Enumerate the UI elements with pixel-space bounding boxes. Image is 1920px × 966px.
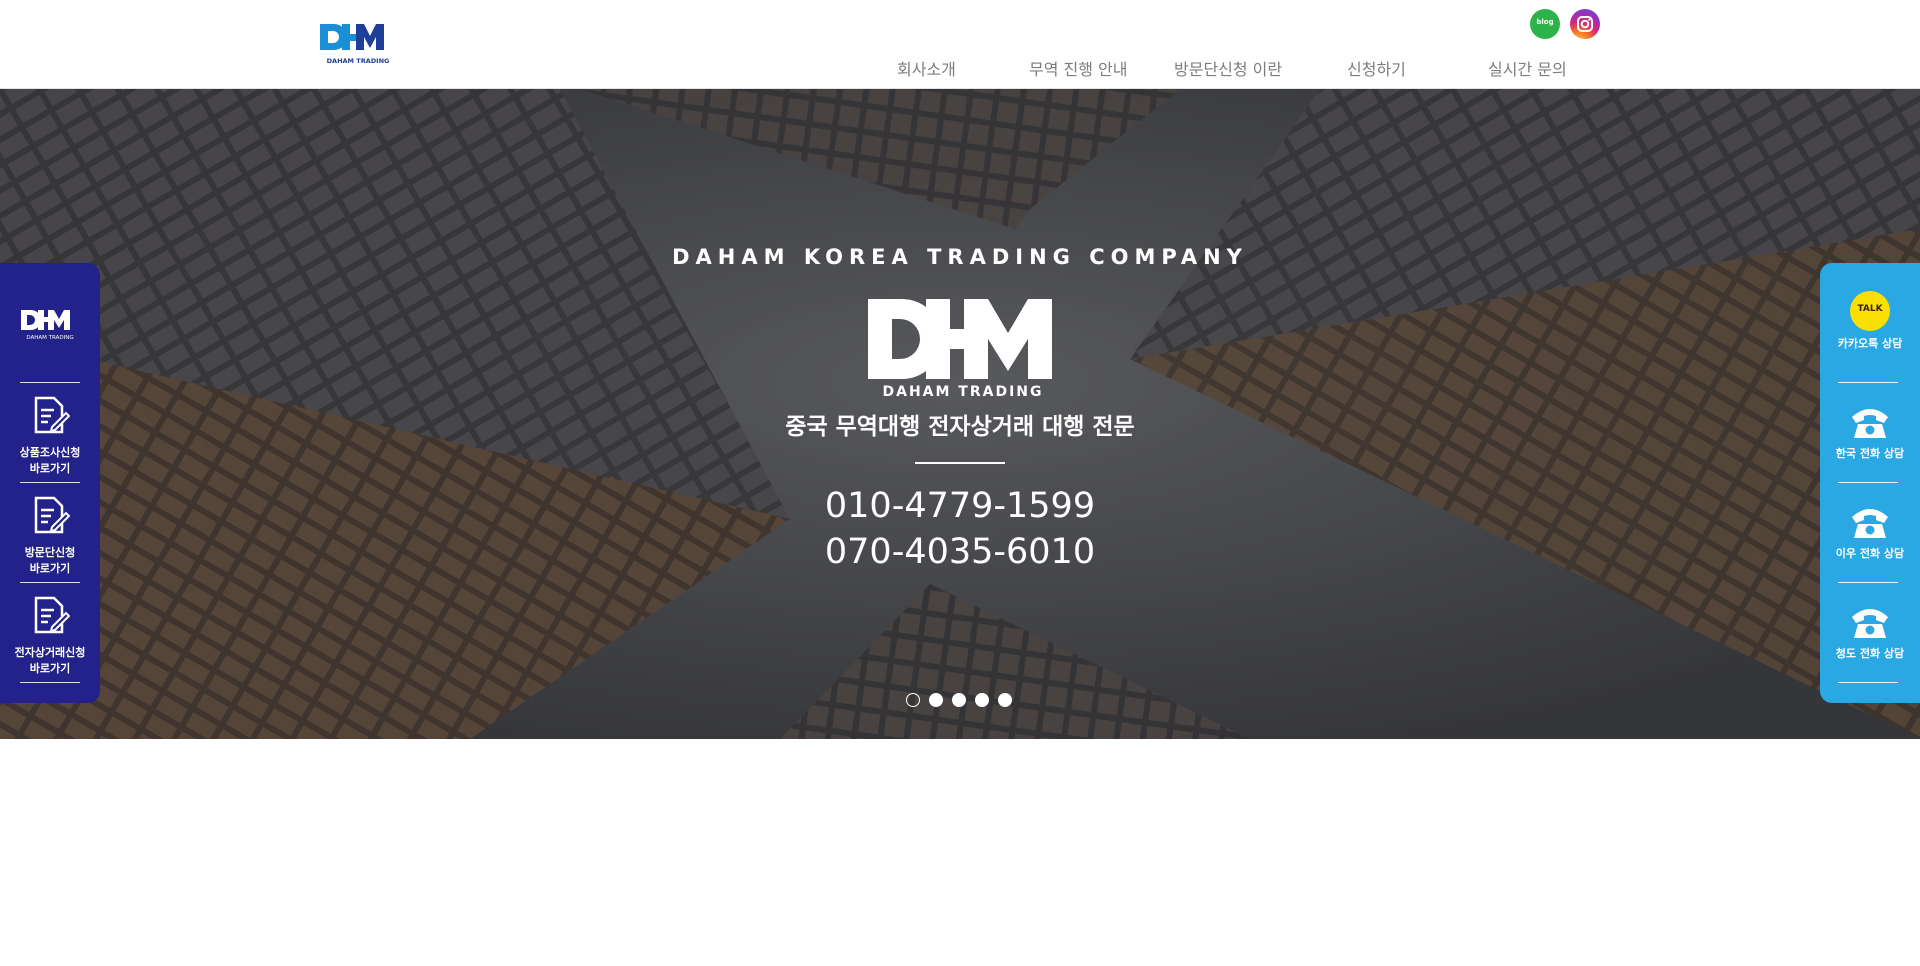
hero-eyebrow: DAHAM KOREA TRADING COMPANY bbox=[672, 245, 1248, 269]
left-menu-divider bbox=[20, 682, 80, 683]
slider-dot-4[interactable] bbox=[975, 693, 989, 707]
left-menu-logo[interactable]: DAHAM TRADING bbox=[20, 307, 80, 347]
phone-icon bbox=[1852, 509, 1888, 538]
hero-phone-2[interactable]: 070-4035-6010 bbox=[0, 532, 1920, 572]
left-menu-item-product-research[interactable]: 상품조사신청 바로가기 bbox=[0, 391, 100, 483]
left-menu-item-label: 방문단신청 bbox=[24, 546, 76, 559]
right-menu-item-yiwu-phone[interactable]: 이우 전화 상담 bbox=[1820, 483, 1920, 581]
left-menu-divider bbox=[20, 382, 80, 383]
left-menu-item-sub: 바로가기 bbox=[29, 462, 71, 475]
document-pen-icon bbox=[34, 596, 70, 634]
kakaotalk-icon-text: TALK bbox=[1857, 304, 1883, 314]
hero-phone-1[interactable]: 010-4779-1599 bbox=[0, 486, 1920, 526]
nav-item-visit-group[interactable]: 방문단신청 이란 bbox=[1174, 56, 1282, 80]
nav-item-live-inquiry[interactable]: 실시간 문의 bbox=[1488, 56, 1567, 80]
hero-tagline: 중국 무역대행 전자상거래 대행 전문 bbox=[785, 414, 1135, 440]
left-menu-logo-sub: DAHAM TRADING bbox=[26, 335, 73, 341]
kakaotalk-icon: TALK bbox=[1850, 291, 1890, 331]
hero-divider bbox=[915, 462, 1005, 464]
left-menu-item-label: 상품조사신청 bbox=[19, 446, 81, 459]
site-header: DAHAM TRADING blog 회사소개 무역 진행 안내 방문단신청 이… bbox=[0, 0, 1920, 89]
left-menu-item-sub: 바로가기 bbox=[29, 662, 71, 675]
right-menu-item-label: 한국 전화 상담 bbox=[1835, 447, 1905, 460]
nav-item-trade-guide[interactable]: 무역 진행 안내 bbox=[1029, 56, 1128, 80]
slider-dot-5[interactable] bbox=[998, 693, 1012, 707]
right-menu-item-kakaotalk[interactable]: TALK 카카오톡 상담 bbox=[1820, 263, 1920, 381]
header-logo[interactable]: DAHAM TRADING bbox=[318, 20, 398, 68]
left-menu-divider bbox=[20, 482, 80, 483]
phone-icon bbox=[1852, 409, 1888, 438]
phone-icon bbox=[1852, 609, 1888, 638]
document-pen-icon bbox=[34, 496, 70, 534]
nav-item-apply[interactable]: 신청하기 bbox=[1347, 56, 1406, 80]
header-logo-sub: DAHAM TRADING bbox=[327, 57, 390, 65]
left-menu-item-sub: 바로가기 bbox=[29, 562, 71, 575]
document-pen-icon bbox=[34, 396, 70, 434]
right-menu-item-korea-phone[interactable]: 한국 전화 상담 bbox=[1820, 383, 1920, 481]
hero-slider: DAHAM KOREA TRADING COMPANY DAHAM TRADIN… bbox=[0, 89, 1920, 739]
blog-icon[interactable]: blog bbox=[1530, 9, 1560, 39]
slider-dot-3[interactable] bbox=[952, 693, 966, 707]
left-menu-divider bbox=[20, 582, 80, 583]
slider-dot-1[interactable] bbox=[906, 693, 920, 707]
right-consult-menu: TALK 카카오톡 상담 한국 전화 상담 이우 전화 상담 청도 전화 상담 bbox=[1820, 263, 1920, 703]
left-menu-item-label: 전자상거래신청 bbox=[14, 646, 86, 659]
nav-item-company[interactable]: 회사소개 bbox=[897, 56, 956, 80]
hero-logo-sub: DAHAM TRADING bbox=[882, 384, 1043, 399]
hero-logo: DAHAM TRADING bbox=[868, 299, 1052, 399]
instagram-glyph bbox=[1577, 16, 1593, 32]
left-quick-menu: DAHAM TRADING 상품조사신청 바로가기 방문단신청 바로가기 전자상… bbox=[0, 263, 100, 703]
right-menu-item-label: 이우 전화 상담 bbox=[1835, 547, 1905, 560]
slider-dot-2[interactable] bbox=[929, 693, 943, 707]
instagram-icon[interactable] bbox=[1570, 9, 1600, 39]
right-menu-divider bbox=[1838, 682, 1898, 683]
right-menu-item-qingdao-phone[interactable]: 청도 전화 상담 bbox=[1820, 583, 1920, 681]
right-menu-item-label: 청도 전화 상담 bbox=[1835, 647, 1905, 660]
left-menu-item-ecommerce[interactable]: 전자상거래신청 바로가기 bbox=[0, 591, 100, 683]
left-menu-item-visit-group[interactable]: 방문단신청 바로가기 bbox=[0, 491, 100, 583]
blog-label: blog bbox=[1536, 18, 1554, 26]
right-menu-item-label: 카카오톡 상담 bbox=[1837, 337, 1903, 350]
